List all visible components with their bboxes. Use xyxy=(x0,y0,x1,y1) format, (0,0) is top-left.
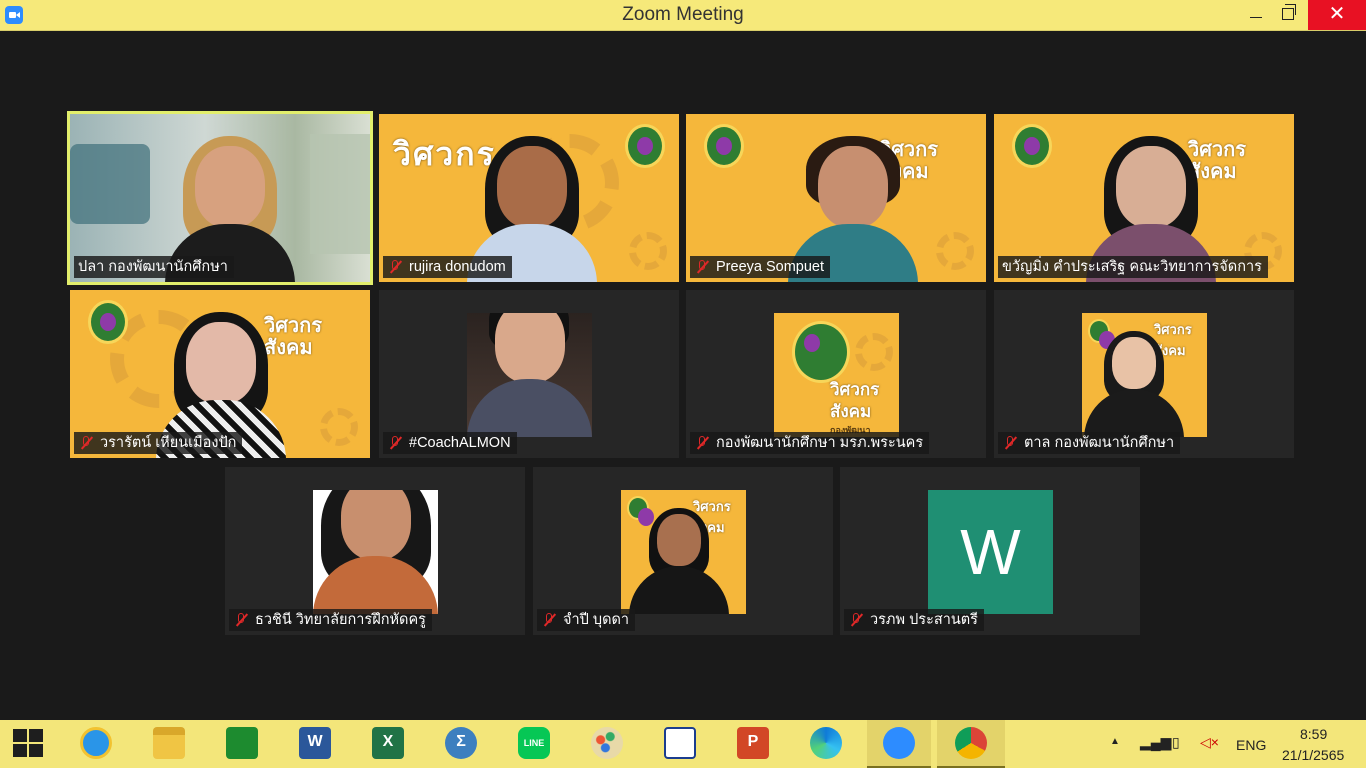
mic-muted-icon xyxy=(387,259,403,275)
mic-muted-icon xyxy=(1002,435,1018,451)
mic-muted-icon xyxy=(233,612,249,628)
edge-button[interactable] xyxy=(798,720,854,768)
participant-name-label: #CoachALMON xyxy=(383,432,517,454)
chrome-icon xyxy=(955,727,987,759)
show-hidden-icons-button[interactable]: ▲ xyxy=(1110,736,1120,747)
mic-muted-icon xyxy=(387,435,403,451)
video-tile[interactable]: วิศวกร สังคม จำปี บุดดา xyxy=(533,467,833,635)
word-button[interactable]: W xyxy=(287,720,343,768)
profile-picture xyxy=(313,490,438,614)
participant-name-label: Preeya Sompuet xyxy=(690,256,831,278)
mic-muted-icon xyxy=(78,435,94,451)
participant-name-label: ตาล กองพัฒนานักศึกษา xyxy=(998,432,1181,454)
video-tile[interactable]: #CoachALMON xyxy=(379,290,679,458)
lisrel-icon xyxy=(664,727,696,759)
start-icon xyxy=(13,729,45,759)
video-tile[interactable]: วิศวกร สังคม ขวัญมิ่ง คำประเสริฐ คณะวิทย… xyxy=(994,114,1294,282)
network-icon[interactable]: ▂▄▆ xyxy=(1140,734,1171,751)
video-tile[interactable]: วิศวกร สังคม กองพัฒนานักศึกษา กองพัฒนานั… xyxy=(686,290,986,458)
internet-explorer-icon xyxy=(80,727,112,759)
internet-explorer-button[interactable] xyxy=(68,720,124,768)
video-tile[interactable]: W วรภพ ประสานตรี xyxy=(840,467,1140,635)
clock-time[interactable]: 8:59 xyxy=(1300,726,1327,742)
excel-button[interactable]: X xyxy=(360,720,416,768)
profile-picture: วิศวกร สังคม xyxy=(1082,313,1207,437)
math-input-icon: Σ xyxy=(445,727,477,759)
powerpoint-icon: P xyxy=(737,727,769,759)
video-tile[interactable]: ธวชินี วิทยาลัยการฝึกหัดครู xyxy=(225,467,525,635)
file-explorer-button[interactable] xyxy=(141,720,197,768)
video-tile[interactable]: วิศวกร rujira donudom xyxy=(379,114,679,282)
avatar: W xyxy=(928,490,1053,614)
mic-muted-icon xyxy=(694,259,710,275)
math-input-button[interactable]: Σ xyxy=(433,720,489,768)
participant-name-label: ธวชินี วิทยาลัยการฝึกหัดครู xyxy=(229,609,432,631)
participant-name-label: rujira donudom xyxy=(383,256,512,278)
participant-name-label: จำปี บุดดา xyxy=(537,609,636,631)
minimize-icon xyxy=(1250,17,1262,18)
participant-name-label: วรภพ ประสานตรี xyxy=(844,609,984,631)
participant-name-label: กองพัฒนานักศึกษา มรภ.พระนคร xyxy=(690,432,930,454)
maximize-icon xyxy=(1282,4,1296,20)
language-indicator[interactable]: ENG xyxy=(1236,737,1266,753)
video-tile[interactable]: วิศวกร สังคม Preeya Sompuet xyxy=(686,114,986,282)
window-title: Zoom Meeting xyxy=(622,4,744,25)
profile-picture: วิศวกร สังคม กองพัฒนานักศึกษา xyxy=(774,313,899,437)
participant-name-label: ปลา กองพัฒนานักศึกษา xyxy=(74,256,234,278)
close-button[interactable]: ✕ xyxy=(1308,0,1366,30)
mic-muted-icon xyxy=(541,612,557,628)
edge-icon xyxy=(810,727,842,759)
video-tile[interactable]: วิศวกร สังคม วรารัตน์ เหียนเมืองปัก xyxy=(70,290,370,458)
store-button[interactable] xyxy=(214,720,270,768)
paint-icon xyxy=(591,727,623,759)
video-tile[interactable]: ปลา กองพัฒนานักศึกษา xyxy=(67,111,373,285)
profile-picture xyxy=(467,313,592,437)
file-explorer-icon xyxy=(153,727,185,759)
participant-name-label: ขวัญมิ่ง คำประเสริฐ คณะวิทยาการจัดการ xyxy=(998,256,1268,278)
taskbar: W X Σ LINE P ▲ ▂▄▆ ▯ ◁× ENG 8:59 21/1/25… xyxy=(0,720,1366,768)
zoom-icon xyxy=(883,727,915,759)
line-icon: LINE xyxy=(518,727,550,759)
line-button[interactable]: LINE xyxy=(506,720,562,768)
store-icon xyxy=(226,727,258,759)
start-button[interactable] xyxy=(0,720,56,768)
title-bar: Zoom Meeting ✕ xyxy=(0,0,1366,31)
participant-name-label: วรารัตน์ เหียนเมืองปัก xyxy=(74,432,243,454)
paint-button[interactable] xyxy=(579,720,635,768)
word-icon: W xyxy=(299,727,331,759)
close-icon: ✕ xyxy=(1328,3,1346,25)
lisrel-button[interactable] xyxy=(652,720,708,768)
clock-date[interactable]: 21/1/2565 xyxy=(1282,747,1344,763)
mic-muted-icon xyxy=(848,612,864,628)
maximize-button[interactable] xyxy=(1268,0,1308,30)
video-tile[interactable]: วิศวกร สังคม ตาล กองพัฒนานักศึกษา xyxy=(994,290,1294,458)
zoom-taskbar-button[interactable] xyxy=(867,720,931,768)
gallery-view: ปลา กองพัฒนานักศึกษา วิศวกร rujira donud… xyxy=(0,31,1366,720)
chrome-button[interactable] xyxy=(937,720,1005,768)
volume-muted-icon[interactable]: ◁× xyxy=(1200,734,1219,751)
profile-picture: วิศวกร สังคม xyxy=(621,490,746,614)
mic-muted-icon xyxy=(694,435,710,451)
excel-icon: X xyxy=(372,727,404,759)
battery-icon[interactable]: ▯ xyxy=(1172,734,1180,751)
powerpoint-button[interactable]: P xyxy=(725,720,781,768)
